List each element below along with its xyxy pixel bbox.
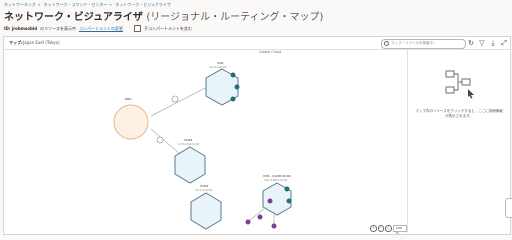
map-label: マップ: [9,40,23,45]
breadcrumb-visualizer: ネットワーク・ビジュアライザ [115,2,171,7]
map-region: Japan East (Tokyo) [23,40,60,45]
page-subtitle: (リージョナル・ルーティング・マップ) [146,12,324,23]
breadcrumb-networking[interactable]: ネットワーキング [4,2,36,7]
topology-graph [113,68,292,230]
fit-icon[interactable]: ○ [385,225,392,232]
attachment-icon[interactable] [156,136,164,144]
map-search-input[interactable]: マップ・リソースを検索中... [381,38,466,49]
zoom-level[interactable]: 100 % [393,225,407,235]
filter-icon[interactable]: ▽ [478,39,486,47]
attachment-icon[interactable] [171,95,179,103]
subnet-badge[interactable] [234,84,240,90]
subnet-badge[interactable] [230,96,236,102]
gateway-badge[interactable] [245,219,251,225]
compartment-name: ID: jrobmsobld [4,26,38,31]
vcn1-cidr: 10.0.0.0/16 [209,65,227,69]
topology-canvas[interactable]: Global Cloud DRG VCN 10.0.0.0/16 VCN2 17… [4,49,407,235]
refresh-icon[interactable]: ↻ [467,39,475,47]
help-tab[interactable] [505,198,512,218]
details-panel: マップ内のリソースをクリックすると、ここに詳細情報が表示されます。 [408,49,510,233]
page-title: ネットワーク・ビジュアライザ (リージョナル・ルーティング・マップ) [4,12,324,23]
subnet-badge[interactable] [286,198,292,204]
include-children-checkbox[interactable] [133,25,141,32]
vcn2-cidr: 172.16.0.0/16 [178,142,200,146]
subnet-badge[interactable] [230,72,236,78]
zoom-in-icon[interactable]: + [370,225,377,232]
gateway-badge[interactable] [271,223,277,229]
drg-node[interactable] [113,104,149,140]
subnet-badge[interactable] [284,186,290,192]
compartment-suffix: のリソースを表示中 [40,25,76,31]
zoom-controls: + − ○ [370,225,392,232]
fullscreen-icon[interactable]: ⤢ [500,39,508,47]
vcn3-cidr: 10.1.0.0/16 [195,188,213,192]
gateway-badge[interactable] [267,198,273,204]
vcn-node[interactable] [190,192,222,230]
details-empty-text: マップ内のリソースをクリックすると、ここに詳細情報が表示されます。 [415,109,503,118]
search-icon [384,41,389,46]
drg-label: DRG [125,97,132,101]
map-panel: マップ: Japan East (Tokyo) マップ・リソースを検索中... … [3,36,511,235]
edge-drg-vcn1 [150,85,210,117]
topology-icon [445,70,474,99]
breadcrumb-command-center[interactable]: ネットワーク・コマンド・センター [44,2,108,7]
vcn4-cidr: 192.168.0.0/16 [264,178,287,182]
zoom-out-icon[interactable]: − [377,225,384,232]
download-icon[interactable]: ⤓ [489,39,497,47]
compartment-bar: ID: jrobmsobld のリソースを表示中 コンパートメントの変更 子コン… [4,25,192,32]
search-placeholder: マップ・リソースを検索中... [391,41,437,45]
include-children-label: 子コンパートメントを含む [143,25,192,31]
gateway-badge[interactable] [257,214,263,220]
vcn-node[interactable] [174,146,206,184]
edge-vcn4-resource [248,206,267,222]
change-compartment-link[interactable]: コンパートメントの変更 [79,26,123,32]
